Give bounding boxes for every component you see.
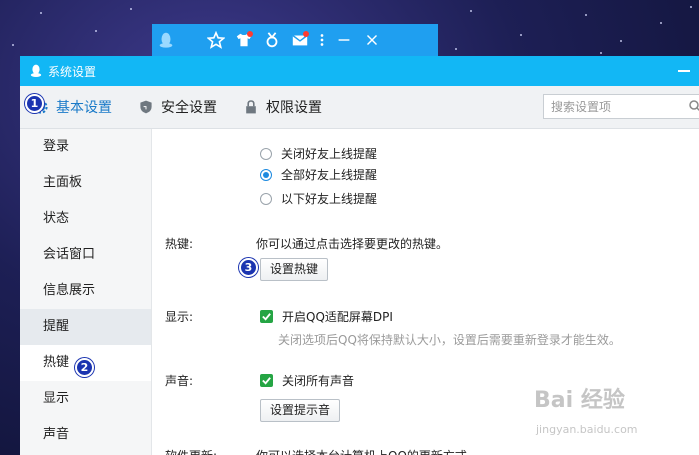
minimize-icon: [678, 70, 690, 72]
checkbox-label: 开启QQ适配屏幕DPI: [282, 310, 393, 324]
dpi-hint-text: 关闭选项后QQ将保持默认大小，设置后需要重新登录才能生效。: [278, 333, 621, 347]
title-bar: 系统设置: [20, 56, 699, 86]
tab-security-settings[interactable]: 安全设置: [138, 86, 217, 129]
star-icon[interactable]: [202, 26, 230, 54]
mail-icon[interactable]: [286, 26, 314, 54]
tab-label: 安全设置: [161, 100, 217, 116]
step-marker-3: 3: [239, 258, 258, 277]
sidebar: 登录 主面板 状态 会话窗口 信息展示 提醒 热键 显示 声音: [20, 129, 152, 455]
tab-label: 基本设置: [56, 100, 112, 116]
sidebar-item-chat-window[interactable]: 会话窗口: [20, 237, 151, 273]
sidebar-item-display[interactable]: 显示: [20, 381, 151, 417]
shirt-icon[interactable]: [230, 26, 258, 54]
top-nav: 基本设置 安全设置 权限设置: [20, 86, 699, 129]
checkbox[interactable]: [260, 310, 273, 323]
radio-button[interactable]: [260, 192, 272, 205]
qq-mini-toolbar: [152, 24, 438, 56]
step-marker-2: 2: [75, 358, 94, 377]
display-label: 显示:: [165, 310, 194, 324]
hotkey-label: 热键:: [165, 237, 194, 251]
more-icon[interactable]: [314, 26, 330, 54]
sound-label: 声音:: [165, 374, 194, 388]
tab-basic-settings[interactable]: 基本设置: [33, 86, 112, 129]
sidebar-item-status[interactable]: 状态: [20, 201, 151, 237]
radio-selected-friends-online-reminder[interactable]: 以下好友上线提醒: [260, 190, 377, 207]
sidebar-item-main-panel[interactable]: 主面板: [20, 165, 151, 201]
software-update-description: 你可以选择本台计算机上QQ的更新方式: [256, 447, 467, 455]
radio-button[interactable]: [260, 147, 272, 160]
radio-close-friend-online-reminder[interactable]: 关闭好友上线提醒: [260, 145, 377, 162]
step-marker-1: 1: [25, 94, 44, 113]
qq-penguin-icon[interactable]: [152, 26, 180, 54]
checkbox[interactable]: [260, 374, 273, 387]
search-icon[interactable]: [688, 99, 699, 113]
radio-label: 以下好友上线提醒: [281, 192, 378, 206]
sidebar-item-sound[interactable]: 声音: [20, 417, 151, 453]
radio-label: 关闭好友上线提醒: [281, 147, 378, 161]
checkmark-icon: [262, 313, 271, 321]
baidu-jingyan-watermark: Bai 经验: [534, 388, 625, 413]
close-icon[interactable]: [358, 26, 386, 54]
tab-permission-settings[interactable]: 权限设置: [243, 86, 322, 129]
sidebar-item-info-display[interactable]: 信息展示: [20, 273, 151, 309]
software-update-label: 软件更新:: [165, 447, 217, 455]
medal-icon[interactable]: [258, 26, 286, 54]
shield-icon: [140, 100, 152, 114]
minimize-button[interactable]: [669, 56, 699, 86]
set-notification-sound-button[interactable]: 设置提示音: [260, 399, 341, 422]
checkmark-icon: [262, 377, 271, 385]
set-hotkey-button[interactable]: 设置热键: [260, 258, 329, 281]
sidebar-item-reminder[interactable]: 提醒: [20, 309, 151, 345]
checkbox-qq-dpi-adapt[interactable]: 开启QQ适配屏幕DPI: [260, 308, 393, 325]
checkbox-label: 关闭所有声音: [282, 374, 355, 388]
lock-icon: [246, 100, 256, 114]
minimize-icon[interactable]: [330, 26, 358, 54]
radio-button[interactable]: [260, 168, 272, 181]
window-title: 系统设置: [48, 64, 97, 79]
radio-all-friends-online-reminder[interactable]: 全部好友上线提醒: [260, 166, 377, 183]
tab-label: 权限设置: [266, 100, 322, 116]
watermark-url: jingyan.baidu.com: [536, 423, 638, 436]
checkbox-mute-all-sounds[interactable]: 关闭所有声音: [260, 372, 354, 389]
search-input[interactable]: [543, 94, 699, 119]
sidebar-item-login[interactable]: 登录: [20, 129, 151, 165]
qq-logo-icon: [30, 64, 42, 77]
radio-label: 全部好友上线提醒: [281, 168, 378, 182]
hotkey-description: 你可以通过点击选择要更改的热键。: [256, 237, 449, 251]
